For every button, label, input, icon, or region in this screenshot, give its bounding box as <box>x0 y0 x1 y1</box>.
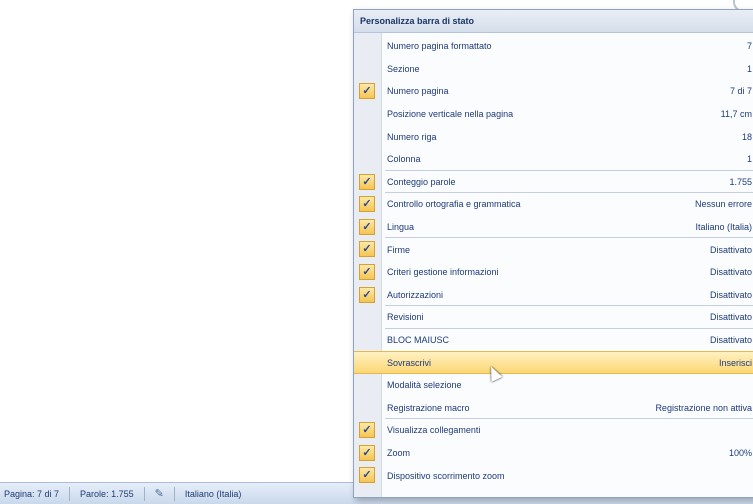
menu-item-label: Firme <box>387 244 410 255</box>
menu-item-formatted-page-number[interactable]: Numero pagina formattato 7 <box>354 35 753 58</box>
menu-item-label: Conteggio parole <box>387 176 456 187</box>
checkmark-icon: ✓ <box>359 286 375 303</box>
menu-item-label: Autorizzazioni <box>387 289 444 300</box>
menu-item-value: Inserisci <box>718 357 752 368</box>
menu-items: Numero pagina formattato 7 Sezione 1 ✓ N… <box>354 35 753 487</box>
menu-item-value: 100% <box>728 447 752 458</box>
checkmark-icon: ✓ <box>359 196 375 213</box>
menu-item-selection-mode[interactable]: Modalità selezione <box>354 374 753 397</box>
menu-item-label: Sovrascrivi <box>387 357 432 368</box>
customize-status-bar-menu: Personalizza barra di stato Numero pagin… <box>353 9 753 498</box>
menu-item-label: Colonna <box>387 154 421 165</box>
status-language[interactable]: Italiano (Italia) <box>185 489 242 499</box>
menu-item-language[interactable]: ✓ Lingua Italiano (Italia) <box>354 216 753 239</box>
menu-item-label: BLOC MAIUSC <box>387 335 450 346</box>
status-separator <box>69 486 71 501</box>
status-separator <box>143 486 145 501</box>
status-page-number[interactable]: Pagina: 7 di 7 <box>4 489 59 499</box>
menu-item-signatures[interactable]: ✓ Firme Disattivato <box>354 238 753 261</box>
menu-item-label: Modalità selezione <box>387 380 462 391</box>
menu-item-zoom[interactable]: ✓ Zoom 100% <box>354 442 753 465</box>
menu-item-label: Sezione <box>387 63 420 74</box>
menu-item-label: Controllo ortografia e grammatica <box>387 199 521 210</box>
menu-item-label: Numero pagina <box>387 86 449 97</box>
menu-item-value: Disattivato <box>709 312 752 323</box>
menu-item-page-number[interactable]: ✓ Numero pagina 7 di 7 <box>354 80 753 103</box>
menu-item-label: Revisioni <box>387 312 424 323</box>
menu-item-label: Criteri gestione informazioni <box>387 267 499 278</box>
menu-item-spelling-grammar[interactable]: ✓ Controllo ortografia e grammatica Ness… <box>354 193 753 216</box>
menu-item-value: Disattivato <box>709 244 752 255</box>
menu-item-caps-lock[interactable]: BLOC MAIUSC Disattivato <box>354 329 753 352</box>
checkmark-icon: ✓ <box>359 218 375 235</box>
menu-item-zoom-slider[interactable]: ✓ Dispositivo scorrimento zoom <box>354 464 753 487</box>
menu-item-label: Visualizza collegamenti <box>387 425 481 436</box>
status-word-count[interactable]: Parole: 1.755 <box>80 489 134 499</box>
menu-item-value: Nessun errore <box>694 199 752 210</box>
menu-item-label: Dispositivo scorrimento zoom <box>387 470 505 481</box>
checkmark-icon: ✓ <box>359 422 375 439</box>
checkmark-icon: ✓ <box>359 241 375 258</box>
menu-item-value: 1 <box>746 63 752 74</box>
menu-item-value: 7 <box>746 41 752 52</box>
menu-item-label: Zoom <box>387 447 411 458</box>
menu-item-word-count[interactable]: ✓ Conteggio parole 1.755 <box>354 171 753 194</box>
menu-item-macro-recording[interactable]: Registrazione macro Registrazione non at… <box>354 397 753 420</box>
checkmark-icon: ✓ <box>359 444 375 461</box>
proofing-icon[interactable]: ✎ <box>155 487 164 500</box>
menu-item-value: Disattivato <box>709 267 752 278</box>
menu-item-vertical-position[interactable]: Posizione verticale nella pagina 11,7 cm <box>354 103 753 126</box>
menu-item-label: Numero pagina formattato <box>387 41 492 52</box>
menu-item-value: 1 <box>746 154 752 165</box>
checkmark-icon: ✓ <box>359 173 375 190</box>
menu-item-value: Registrazione non attiva <box>655 402 752 413</box>
menu-item-view-shortcuts[interactable]: ✓ Visualizza collegamenti <box>354 419 753 442</box>
checkmark-icon: ✓ <box>359 83 375 100</box>
menu-item-value: Italiano (Italia) <box>695 222 752 233</box>
menu-item-information-policy[interactable]: ✓ Criteri gestione informazioni Disattiv… <box>354 261 753 284</box>
menu-item-value: 7 di 7 <box>729 86 752 97</box>
menu-item-value: 11,7 cm <box>720 109 752 120</box>
status-separator <box>173 486 175 501</box>
menu-item-section[interactable]: Sezione 1 <box>354 58 753 81</box>
checkmark-icon: ✓ <box>359 467 375 484</box>
menu-item-label: Numero riga <box>387 131 437 142</box>
menu-item-value: Disattivato <box>709 289 752 300</box>
menu-item-line-number[interactable]: Numero riga 18 <box>354 125 753 148</box>
menu-item-permissions[interactable]: ✓ Autorizzazioni Disattivato <box>354 284 753 307</box>
menu-item-track-changes[interactable]: Revisioni Disattivato <box>354 306 753 329</box>
menu-item-value: 18 <box>741 131 752 142</box>
menu-item-column[interactable]: Colonna 1 <box>354 148 753 171</box>
menu-item-value: Disattivato <box>709 335 752 346</box>
menu-item-label: Registrazione macro <box>387 402 470 413</box>
checkmark-icon: ✓ <box>359 263 375 280</box>
menu-item-label: Posizione verticale nella pagina <box>387 109 514 120</box>
menu-item-label: Lingua <box>387 222 415 233</box>
menu-item-overtype[interactable]: Sovrascrivi Inserisci <box>354 351 753 374</box>
menu-item-value: 1.755 <box>729 176 752 187</box>
menu-title: Personalizza barra di stato <box>354 10 753 33</box>
